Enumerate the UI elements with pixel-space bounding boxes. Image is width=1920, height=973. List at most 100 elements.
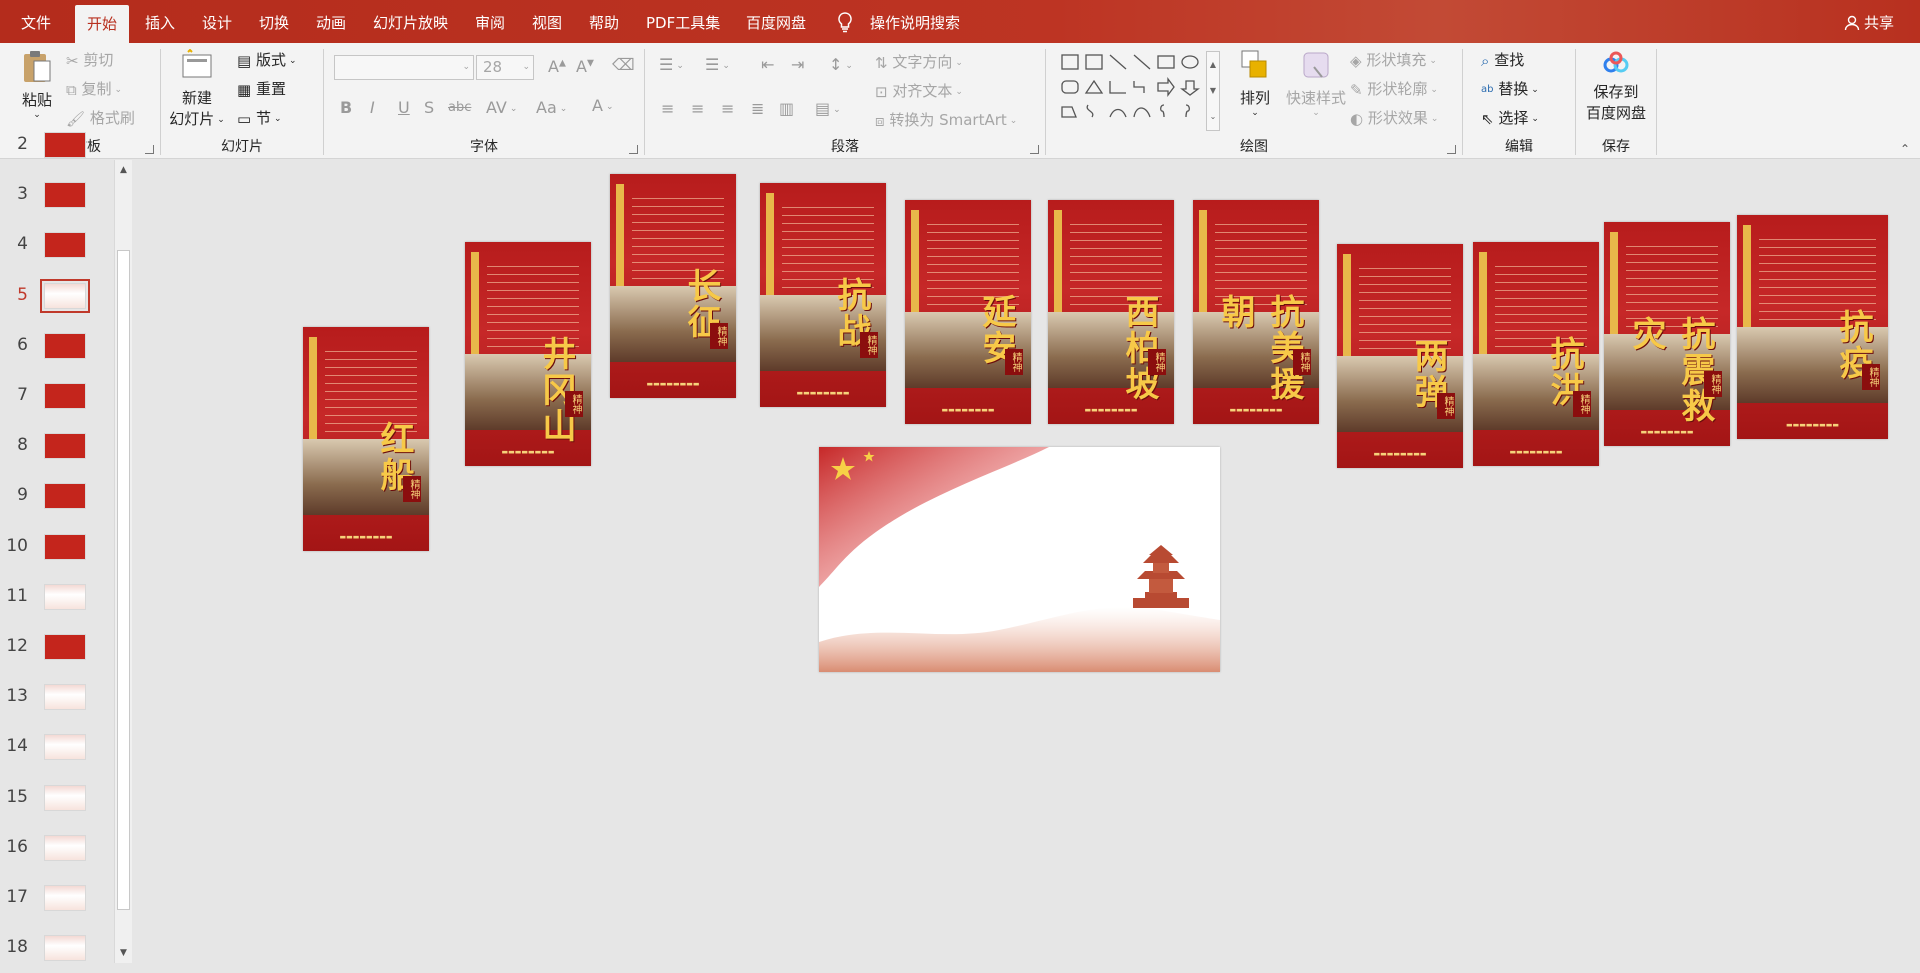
share-button[interactable]: 共享 (1844, 0, 1894, 43)
slide-thumbnail[interactable]: 13 (0, 674, 118, 722)
numbering-icon[interactable]: ☰ ⌄ (705, 55, 730, 74)
poster-image[interactable]: 延安 精神 ▬▬▬▬▬▬▬▬ (905, 200, 1031, 424)
tab-review[interactable]: 审阅 (475, 0, 505, 43)
slide-thumbnail[interactable]: 15 (0, 775, 118, 823)
poster-image[interactable]: 两弹 精神 ▬▬▬▬▬▬▬▬ (1337, 244, 1463, 468)
bullets-icon[interactable]: ☰ ⌄ (659, 55, 684, 74)
thumbnail-scrollbar[interactable]: ▲ ▼ (114, 160, 132, 963)
current-slide[interactable] (819, 447, 1220, 672)
shape-fill-button[interactable]: ◈ 形状填充 ⌄ (1350, 49, 1437, 70)
poster-image[interactable]: 长征 精神 ▬▬▬▬▬▬▬▬ (610, 174, 736, 398)
shadow-icon[interactable]: S (424, 98, 434, 117)
line-spacing-icon[interactable]: ↕ ⌄ (829, 55, 853, 74)
new-slide-button[interactable]: 新建 幻灯片 ⌄ (169, 48, 225, 129)
find-button[interactable]: ⌕ 查找 (1481, 49, 1524, 70)
lightbulb-icon (838, 12, 852, 33)
tab-slideshow[interactable]: 幻灯片放映 (373, 0, 448, 43)
justify-icon[interactable]: ≣ (751, 99, 764, 118)
scroll-up-icon[interactable]: ▲ (115, 162, 132, 178)
arrange-button[interactable]: 排列 ⌄ (1232, 49, 1278, 118)
slide-thumbnail[interactable]: 10 (0, 524, 118, 572)
slide-thumbnail[interactable]: 3 (0, 172, 118, 220)
slide-thumbnail[interactable]: 12 (0, 624, 118, 672)
increase-indent-icon[interactable]: ⇥ (791, 55, 804, 74)
scroll-down-icon[interactable]: ▼ (115, 945, 132, 961)
drawing-dialog-launcher[interactable] (1447, 145, 1456, 154)
italic-icon[interactable]: I (370, 98, 375, 117)
paste-button[interactable]: 粘贴 ⌄ (18, 49, 56, 120)
decrease-font-icon[interactable]: A▼ (576, 57, 594, 76)
slide-thumbnail[interactable]: 16 (0, 825, 118, 873)
distributed-icon[interactable]: ▥ (779, 99, 794, 118)
slide-thumbnail[interactable]: 18 (0, 925, 118, 973)
slide-thumbnail[interactable]: 6 (0, 323, 118, 371)
align-text-button[interactable]: ⊡ 对齐文本 ⌄ (875, 80, 963, 101)
shapes-gallery-scroll[interactable]: ▲ ▼ ⌄ (1206, 51, 1220, 131)
font-name-combo[interactable]: ⌄ (334, 55, 474, 80)
slide-thumbnail[interactable]: 2 (0, 122, 118, 170)
section-button[interactable]: ▭ 节 ⌄ (237, 107, 282, 128)
strikethrough-icon[interactable]: abc (448, 100, 471, 115)
decrease-indent-icon[interactable]: ⇤ (761, 55, 774, 74)
quick-styles-button[interactable]: 快速样式 ⌄ (1282, 49, 1350, 118)
slide-thumbnail[interactable]: 7 (0, 373, 118, 421)
layout-button[interactable]: ▤ 版式 ⌄ (237, 49, 297, 70)
poster-image[interactable]: 西柏坡 精神 ▬▬▬▬▬▬▬▬ (1048, 200, 1174, 424)
shapes-gallery[interactable] (1060, 53, 1220, 127)
align-right-icon[interactable]: ≡ (721, 99, 734, 118)
underline-icon[interactable]: U (398, 98, 410, 117)
bold-icon[interactable]: B (340, 98, 352, 117)
increase-font-icon[interactable]: A▲ (548, 57, 566, 76)
slide-thumbnail[interactable]: 11 (0, 574, 118, 622)
slide-thumbnail[interactable]: 4 (0, 222, 118, 270)
font-color-icon[interactable]: A ⌄ (592, 96, 614, 115)
tab-design[interactable]: 设计 (202, 0, 232, 43)
shape-outline-button[interactable]: ✎ 形状轮廓 ⌄ (1350, 78, 1438, 99)
save-to-netdisk-button[interactable]: 保存到 百度网盘 (1584, 51, 1648, 123)
tab-help[interactable]: 帮助 (589, 0, 619, 43)
font-size-combo[interactable]: 28 ⌄ (476, 55, 534, 80)
tab-baidu-netdisk[interactable]: 百度网盘 (746, 0, 806, 43)
poster-image[interactable]: 抗震救灾 精神 ▬▬▬▬▬▬▬▬ (1604, 222, 1730, 446)
tab-view[interactable]: 视图 (532, 0, 562, 43)
slide-thumbnail[interactable]: 17 (0, 875, 118, 923)
tab-pdf-tools[interactable]: PDF工具集 (646, 0, 720, 43)
tab-animations[interactable]: 动画 (316, 0, 346, 43)
poster-image[interactable]: 井冈山 精神 ▬▬▬▬▬▬▬▬ (465, 242, 591, 466)
slide-thumbnail[interactable]: 5 (0, 273, 118, 321)
shape-effects-button[interactable]: ◐ 形状效果 ⌄ (1350, 107, 1438, 128)
cut-button[interactable]: ✂ 剪切 (66, 49, 113, 70)
replace-button[interactable]: ab 替换 ⌄ (1481, 78, 1539, 99)
select-button[interactable]: ⇖ 选择 ⌄ (1481, 107, 1539, 128)
reset-button[interactable]: ▦ 重置 (237, 78, 286, 99)
smartart-button[interactable]: ⧈ 转换为 SmartArt ⌄ (875, 109, 1017, 130)
tell-me-search[interactable]: 操作说明搜索 (870, 0, 960, 43)
ribbon: 粘贴 ⌄ ✂ 剪切 ⧉ 复制⌄ 🖌 格式刷 剪贴板 新建 幻灯片⌄ ▤ 版式⌄ … (0, 43, 1920, 159)
poster-image[interactable]: 抗疫 精神 ▬▬▬▬▬▬▬▬ (1737, 215, 1888, 439)
char-spacing-icon[interactable]: AV ⌄ (486, 98, 517, 117)
columns-icon[interactable]: ▤ ⌄ (815, 99, 841, 118)
slide-thumbnail-image (44, 583, 86, 610)
clear-formatting-icon[interactable]: ⌫ (612, 55, 635, 74)
collapse-ribbon-icon[interactable]: ⌃ (1900, 142, 1910, 156)
change-case-icon[interactable]: Aa ⌄ (536, 98, 567, 117)
align-left-icon[interactable]: ≡ (661, 99, 674, 118)
align-center-icon[interactable]: ≡ (691, 99, 704, 118)
tab-insert[interactable]: 插入 (145, 0, 175, 43)
tab-home[interactable]: 开始 (75, 5, 130, 43)
text-direction-button[interactable]: ⇅ 文字方向 ⌄ (875, 51, 963, 72)
tab-transitions[interactable]: 切换 (259, 0, 289, 43)
slide-thumbnail[interactable]: 9 (0, 473, 118, 521)
slide-thumbnail[interactable]: 14 (0, 724, 118, 772)
copy-button[interactable]: ⧉ 复制 ⌄ (66, 78, 122, 99)
scrollbar-thumb[interactable] (117, 250, 130, 910)
tab-file[interactable]: 文件 (21, 0, 51, 43)
paragraph-dialog-launcher[interactable] (1030, 145, 1039, 154)
slide-thumbnail[interactable]: 8 (0, 423, 118, 471)
poster-image[interactable]: 抗洪 精神 ▬▬▬▬▬▬▬▬ (1473, 242, 1599, 466)
poster-image[interactable]: 抗战 精神 ▬▬▬▬▬▬▬▬ (760, 183, 886, 407)
font-dialog-launcher[interactable] (629, 145, 638, 154)
poster-image[interactable]: 红船 精神 ▬▬▬▬▬▬▬▬ (303, 327, 429, 551)
clipboard-dialog-launcher[interactable] (145, 145, 154, 154)
poster-image[interactable]: 抗美援朝 精神 ▬▬▬▬▬▬▬▬ (1193, 200, 1319, 424)
